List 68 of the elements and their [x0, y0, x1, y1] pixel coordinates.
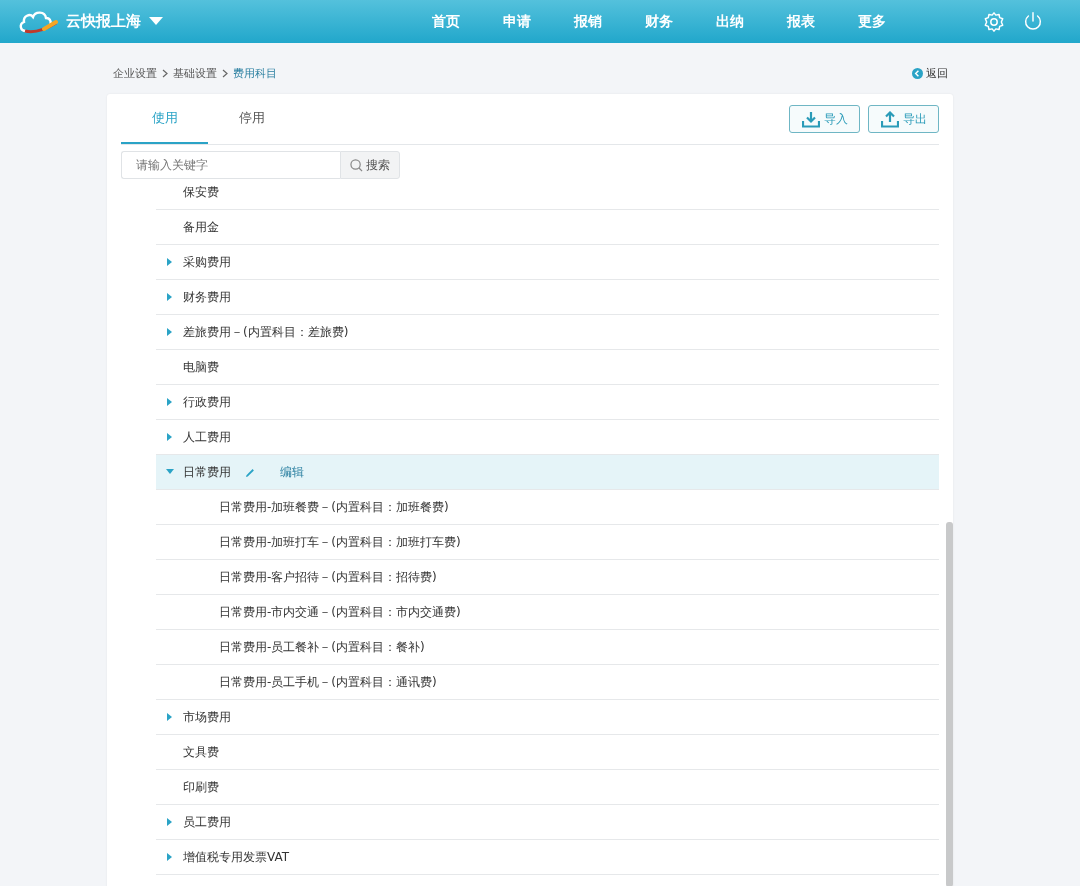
upload-icon	[880, 110, 899, 128]
tree-row[interactable]: 市场费用	[156, 700, 939, 735]
download-icon	[801, 110, 820, 128]
search-button[interactable]: 搜索	[340, 151, 400, 179]
tree-item-label: 人工费用	[183, 428, 231, 446]
tree-row[interactable]: 日常费用-市内交通－(内置科目：市内交通费)	[156, 595, 939, 630]
tree-row[interactable]: 员工费用	[156, 805, 939, 840]
tree-row[interactable]: 行政费用	[156, 385, 939, 420]
tree-item-label: 日常费用-加班打车－(内置科目：加班打车费)	[219, 533, 461, 551]
tree-item-label: 财务费用	[183, 288, 231, 306]
tree-item-label: 采购费用	[183, 253, 231, 271]
tree-item-label: 日常费用-员工手机－(内置科目：通讯费)	[219, 673, 437, 691]
tree-item-label: 行政费用	[183, 393, 231, 411]
back-arrow-icon	[912, 67, 923, 79]
tree-item-label: 电脑费	[183, 358, 219, 376]
search-field[interactable]: 请输入关键字	[121, 151, 340, 179]
tree-row[interactable]: 日常费用-客户招待－(内置科目：招待费)	[156, 560, 939, 595]
tree-item-label: 日常费用	[183, 463, 231, 481]
tree-row[interactable]: 财务费用	[156, 280, 939, 315]
tree-item-label: 市场费用	[183, 708, 231, 726]
chevron-right-icon	[222, 68, 228, 78]
tree-item-label: 文具费	[183, 743, 219, 761]
tab[interactable]: 停用	[208, 94, 295, 144]
caret-right-icon[interactable]	[166, 258, 173, 266]
tree-row[interactable]: 日常费用 编辑	[156, 455, 939, 490]
tree-item-label: 日常费用-市内交通－(内置科目：市内交通费)	[219, 603, 461, 621]
tree-row[interactable]: 备用金	[156, 210, 939, 245]
tree-row[interactable]: 文具费	[156, 735, 939, 770]
scrollbar-thumb[interactable]	[946, 522, 953, 886]
tree-row[interactable]: 电脑费	[156, 350, 939, 385]
breadcrumb-link[interactable]: 费用科目	[233, 65, 277, 81]
power-icon[interactable]	[1022, 10, 1044, 33]
cloud-logo-icon	[18, 8, 58, 35]
tree-item-label: 备用金	[183, 218, 219, 236]
tree-row[interactable]: 日常费用-员工餐补－(内置科目：餐补)	[156, 630, 939, 665]
pencil-icon[interactable]	[245, 466, 256, 478]
caret-right-icon[interactable]	[166, 328, 173, 336]
tree-item-label: 印刷费	[183, 778, 219, 796]
tree-row[interactable]: 印刷费	[156, 770, 939, 805]
tree-row[interactable]: 日常费用-加班餐费－(内置科目：加班餐费)	[156, 490, 939, 525]
tree-item-label: 日常费用-客户招待－(内置科目：招待费)	[219, 568, 437, 586]
caret-right-icon[interactable]	[166, 293, 173, 301]
caret-down-icon[interactable]	[165, 469, 174, 475]
settings-icon[interactable]	[983, 10, 1005, 33]
tree-row[interactable]: 采购费用	[156, 245, 939, 280]
back-link[interactable]: 返回	[912, 65, 948, 81]
caret-right-icon[interactable]	[166, 713, 173, 721]
search-icon	[350, 158, 363, 172]
edit-link[interactable]: 编辑	[280, 463, 304, 481]
tree-row[interactable]: 日常费用-员工手机－(内置科目：通讯费)	[156, 665, 939, 700]
breadcrumb-link[interactable]: 基础设置	[173, 65, 217, 81]
tree-item-label: 保安费	[183, 183, 219, 201]
tree-row[interactable]: 差旅费用－(内置科目：差旅费)	[156, 315, 939, 350]
caret-right-icon[interactable]	[166, 433, 173, 441]
caret-right-icon[interactable]	[166, 818, 173, 826]
caret-down-icon[interactable]	[149, 17, 163, 26]
tree-item-label: 员工费用	[183, 813, 231, 831]
caret-right-icon[interactable]	[166, 853, 173, 861]
tree-item-label: 差旅费用－(内置科目：差旅费)	[183, 323, 349, 341]
tree-item-label: 日常费用-加班餐费－(内置科目：加班餐费)	[219, 498, 449, 516]
tree-item-label: 增值税专用发票VAT	[183, 848, 290, 866]
caret-right-icon[interactable]	[166, 398, 173, 406]
tree-item-label: 日常费用-员工餐补－(内置科目：餐补)	[219, 638, 425, 656]
chevron-right-icon	[162, 68, 168, 78]
tree-row[interactable]: 增值税专用发票VAT	[156, 840, 939, 875]
tree-row[interactable]: 保安费	[156, 175, 939, 210]
tree-row[interactable]: 日常费用-加班打车－(内置科目：加班打车费)	[156, 525, 939, 560]
breadcrumb-link[interactable]: 企业设置	[113, 65, 157, 81]
